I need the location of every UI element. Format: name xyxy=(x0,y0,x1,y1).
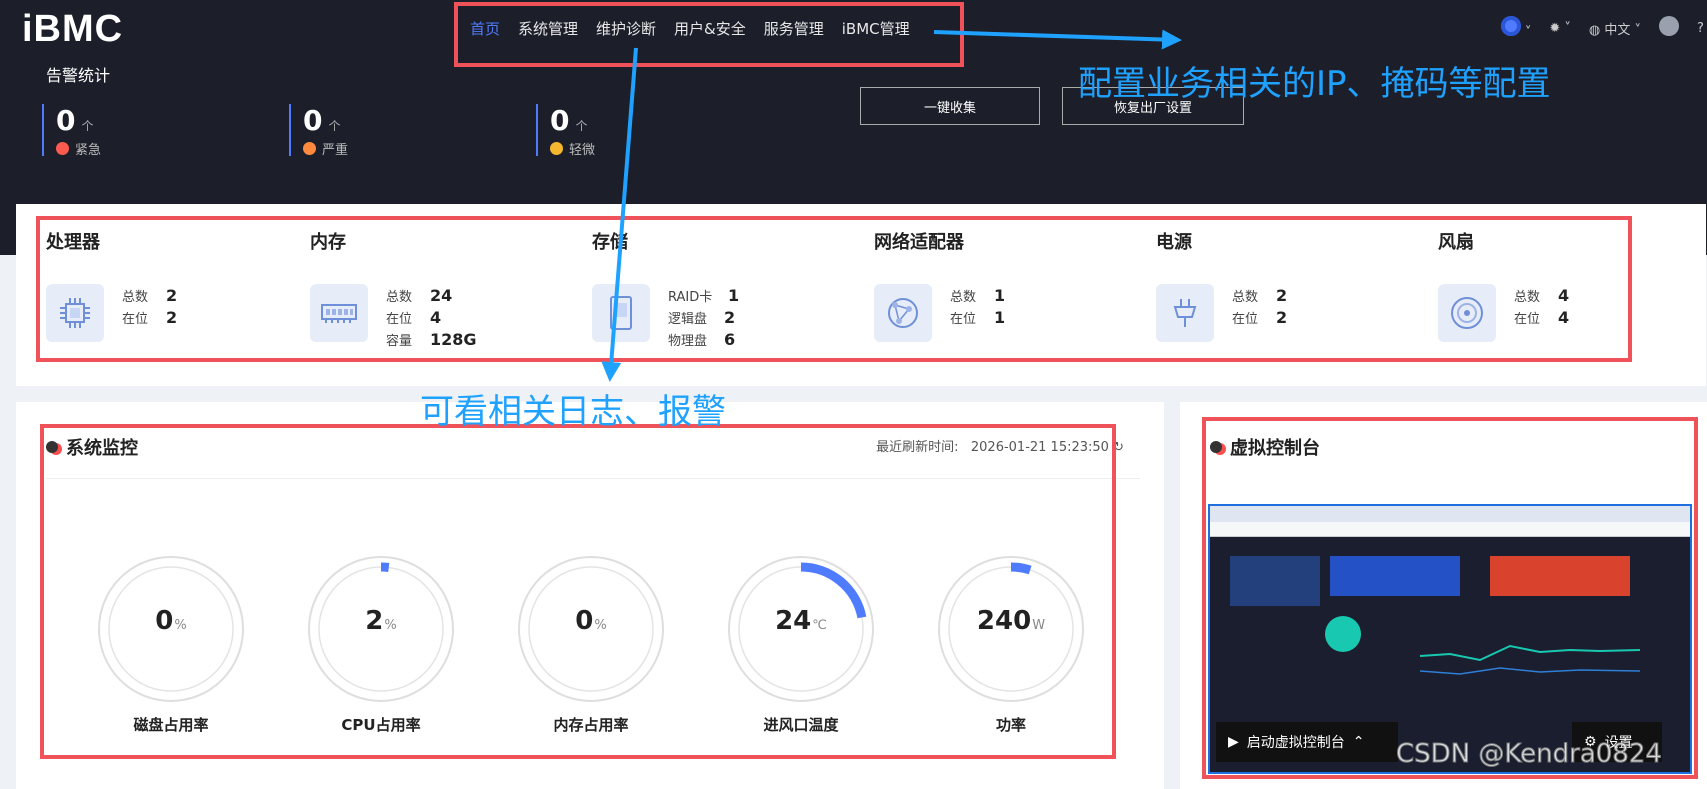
watermark: CSDN @Kendra0824 xyxy=(1396,739,1663,770)
annotation-logs: 可看相关日志、报警 xyxy=(420,392,726,432)
annotation-arrows xyxy=(601,29,1182,382)
arrow-to-config-note xyxy=(933,29,1182,50)
arrow-to-log-note xyxy=(601,47,638,382)
annotation-config: 配置业务相关的IP、掩码等配置 xyxy=(1078,64,1551,104)
